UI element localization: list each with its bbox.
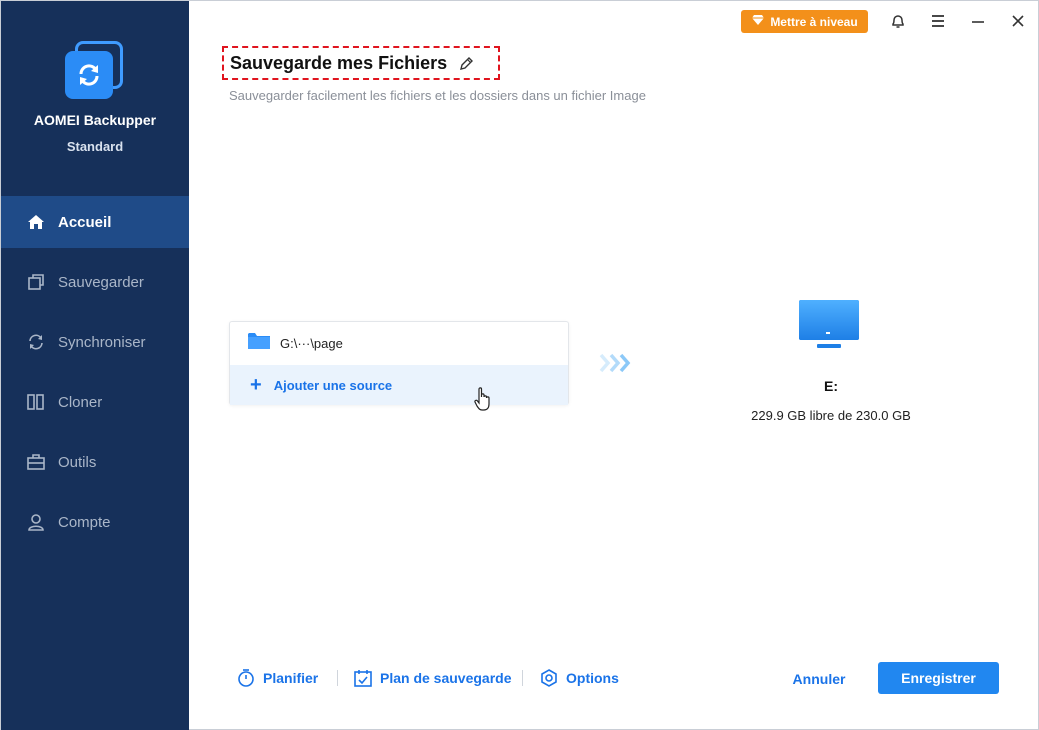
sidebar-item-cloner[interactable]: Cloner: [1, 376, 189, 428]
sidebar-item-label: Sauvegarder: [58, 273, 144, 291]
clone-icon: [25, 391, 47, 413]
plus-icon: +: [250, 374, 262, 396]
upgrade-label: Mettre à niveau: [770, 14, 858, 29]
source-item[interactable]: G:\···\page: [230, 322, 568, 365]
sync-arrows-logo-icon: [65, 51, 113, 99]
user-icon: [25, 511, 47, 533]
divider: [337, 670, 338, 686]
task-title-box: Sauvegarde mes Fichiers: [222, 46, 500, 80]
divider: [522, 670, 523, 686]
sidebar-item-label: Outils: [58, 453, 97, 471]
menu-icon[interactable]: [928, 11, 948, 31]
app-edition: Standard: [66, 139, 124, 154]
add-source-label: Ajouter une source: [273, 377, 393, 393]
sidebar-item-label: Synchroniser: [58, 333, 146, 351]
backup-plan-button[interactable]: Plan de sauvegarde: [353, 667, 512, 689]
sidebar-item-outils[interactable]: Outils: [1, 436, 189, 488]
pencil-edit-icon[interactable]: [459, 55, 475, 71]
hand-cursor-icon: [473, 386, 493, 412]
folder-icon: [247, 331, 271, 356]
sync-icon: [25, 331, 47, 353]
options-button[interactable]: Options: [539, 667, 619, 689]
sidebar: AOMEI Backupper Standard Accueil Sauvega…: [1, 1, 189, 730]
add-source-button[interactable]: + Ajouter une source: [230, 365, 568, 405]
destination-space: 229.9 GB libre de 230.0 GB: [751, 408, 911, 423]
gear-icon: [539, 668, 559, 688]
close-icon[interactable]: [1008, 11, 1028, 31]
toolbox-icon: [25, 451, 47, 473]
bell-icon[interactable]: [888, 11, 908, 31]
sidebar-item-compte[interactable]: Compte: [1, 496, 189, 548]
minimize-icon[interactable]: [968, 11, 988, 31]
diamond-icon: [751, 14, 765, 29]
sidebar-item-label: Compte: [58, 513, 111, 531]
page-subtitle: Sauvegarder facilement les fichiers et l…: [229, 88, 646, 103]
monitor-icon[interactable]: [797, 298, 861, 352]
sidebar-item-label: Accueil: [58, 213, 112, 231]
schedule-button[interactable]: Planifier: [236, 667, 318, 689]
app-name: AOMEI Backupper: [33, 112, 157, 128]
chevron-arrows-icon: [598, 351, 634, 375]
schedule-label: Planifier: [263, 670, 319, 686]
page-title: Sauvegarde mes Fichiers: [230, 52, 448, 73]
backup-plan-label: Plan de sauvegarde: [380, 670, 512, 686]
upgrade-button[interactable]: Mettre à niveau: [741, 10, 868, 33]
app-window: AOMEI Backupper Standard Accueil Sauvega…: [0, 0, 1039, 730]
destination-drive: E:: [824, 378, 838, 394]
sidebar-item-label: Cloner: [58, 393, 103, 411]
timer-icon: [236, 668, 256, 688]
sidebar-item-synchroniser[interactable]: Synchroniser: [1, 316, 189, 368]
sidebar-item-accueil[interactable]: Accueil: [1, 196, 189, 248]
source-card: G:\···\page + Ajouter une source: [229, 321, 569, 405]
backup-icon: [25, 271, 47, 293]
sidebar-item-sauvegarder[interactable]: Sauvegarder: [1, 256, 189, 308]
calendar-icon: [353, 668, 373, 688]
home-icon: [25, 211, 47, 233]
source-path: G:\···\page: [280, 336, 343, 351]
app-logo: [65, 41, 125, 101]
options-label: Options: [566, 670, 619, 686]
cancel-button[interactable]: Annuler: [781, 667, 857, 691]
save-button[interactable]: Enregistrer: [878, 662, 999, 694]
